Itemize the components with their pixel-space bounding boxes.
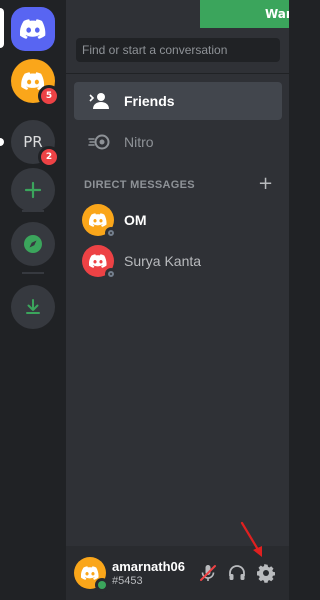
discord-logo-icon — [81, 566, 99, 580]
deafen-button[interactable] — [225, 561, 249, 585]
home-button[interactable] — [11, 7, 55, 51]
avatar — [82, 245, 117, 280]
discord-logo-icon — [20, 19, 46, 39]
dm-item-om[interactable]: OM — [74, 200, 282, 240]
dm-item-surya-kanta[interactable]: Surya Kanta — [74, 241, 282, 281]
friends-icon — [84, 89, 116, 113]
dm-name: OM — [124, 212, 147, 228]
status-online-icon — [95, 578, 109, 592]
headphones-icon — [229, 565, 245, 580]
discord-logo-icon — [89, 254, 107, 268]
mute-button[interactable] — [196, 561, 220, 585]
mention-badge: 2 — [38, 146, 60, 168]
nitro-icon — [84, 130, 116, 154]
username: amarnath06 — [112, 559, 185, 574]
divider — [22, 272, 44, 274]
add-server-button[interactable] — [11, 168, 55, 212]
download-icon — [26, 299, 40, 314]
unread-indicator — [0, 138, 4, 146]
nav-friends-label: Friends — [124, 93, 175, 109]
nav-nitro[interactable]: Nitro — [74, 123, 282, 161]
download-apps-button[interactable] — [11, 285, 55, 329]
gear-icon — [257, 564, 275, 583]
dm-name: Surya Kanta — [124, 253, 202, 269]
plus-icon — [24, 181, 42, 199]
avatar — [82, 204, 117, 239]
annotation-arrow-icon — [240, 521, 262, 557]
compass-icon — [24, 235, 42, 253]
explore-servers-button[interactable] — [11, 222, 55, 266]
search-bar-container: Find or start a conversation — [66, 28, 289, 74]
server-rail: 5 PR 2 — [0, 0, 66, 600]
notice-banner: Wan — [200, 0, 289, 28]
mention-badge: 5 — [38, 85, 60, 107]
discord-logo-icon — [89, 213, 107, 227]
direct-messages-header: DIRECT MESSAGES — [84, 179, 195, 191]
nav-friends[interactable]: Friends — [74, 82, 282, 120]
user-settings-button[interactable] — [254, 561, 278, 585]
user-avatar[interactable] — [74, 557, 109, 592]
nav-nitro-label: Nitro — [124, 134, 154, 150]
status-offline-icon — [105, 227, 117, 239]
microphone-muted-icon — [200, 565, 216, 581]
status-offline-icon — [105, 268, 117, 280]
user-tag: #5453 — [112, 575, 143, 587]
selected-indicator — [0, 8, 4, 48]
search-input[interactable]: Find or start a conversation — [76, 38, 280, 62]
plus-icon[interactable]: + — [258, 174, 273, 194]
